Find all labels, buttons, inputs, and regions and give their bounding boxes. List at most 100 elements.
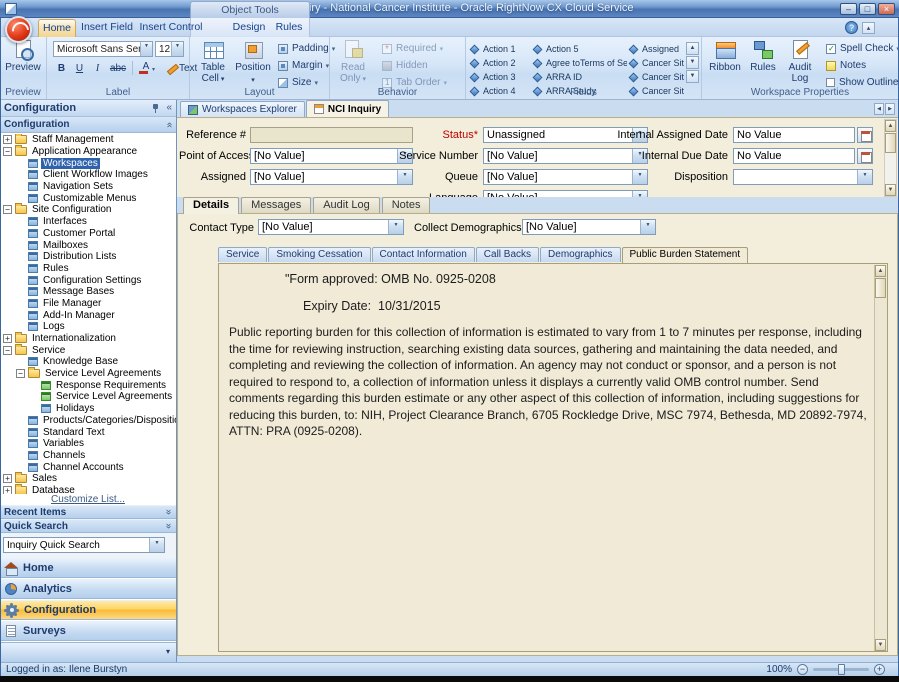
detail-tab-messages[interactable]: Messages xyxy=(241,197,311,213)
ribbon-tab-insert-field[interactable]: Insert Field xyxy=(78,19,136,37)
chevron-down-icon[interactable] xyxy=(632,191,647,197)
tree-item-database[interactable]: +Database xyxy=(0,485,176,494)
tree-expander-icon[interactable]: − xyxy=(3,205,12,214)
section-header-configuration[interactable]: Configuration xyxy=(0,117,176,133)
application-menu-button[interactable] xyxy=(5,16,32,43)
chevron-down-icon[interactable] xyxy=(857,170,872,184)
tree-item-response-requirements[interactable]: Response Requirements xyxy=(0,379,176,391)
content-scrollbar[interactable] xyxy=(874,265,887,651)
tree-item-interfaces[interactable]: Interfaces xyxy=(0,216,176,228)
zoom-slider-thumb[interactable] xyxy=(838,664,845,675)
tree-item-logs[interactable]: Logs xyxy=(0,321,176,333)
position-button[interactable]: Position xyxy=(234,39,272,89)
scroll-tabs-right-icon[interactable] xyxy=(885,103,895,115)
tree-item-holidays[interactable]: Holidays xyxy=(0,403,176,415)
tree-item-distribution-lists[interactable]: Distribution Lists xyxy=(0,251,176,263)
tree-item-knowledge-base[interactable]: Knowledge Base xyxy=(0,356,176,368)
spell-check-button[interactable]: Spell Check xyxy=(822,41,899,56)
font-size-combo[interactable]: 12 xyxy=(155,41,184,57)
field-item-arra-id[interactable]: ARRA ID xyxy=(532,70,627,84)
calendar-icon[interactable] xyxy=(857,127,873,143)
field-item-action-5[interactable]: Action 5 xyxy=(532,42,627,56)
zoom-in-button[interactable]: + xyxy=(874,664,885,675)
section-header-recent-items[interactable]: Recent Items xyxy=(0,505,176,519)
scroll-down-icon[interactable] xyxy=(875,639,886,651)
tree-item-sales[interactable]: +Sales xyxy=(0,473,176,485)
tree-item-configuration-settings[interactable]: Configuration Settings xyxy=(0,274,176,286)
nav-button-home[interactable]: Home xyxy=(0,558,176,578)
nav-button-analytics[interactable]: Analytics xyxy=(0,579,176,599)
form-field-language[interactable]: [No Value] xyxy=(483,190,648,197)
tree-item-standard-text[interactable]: Standard Text xyxy=(0,426,176,438)
required-button[interactable]: Required xyxy=(378,41,451,56)
tree-item-navigation-sets[interactable]: Navigation Sets xyxy=(0,181,176,193)
strikethrough-button[interactable]: abc xyxy=(107,60,129,76)
detail-tab-details[interactable]: Details xyxy=(183,197,239,214)
close-button[interactable] xyxy=(878,3,895,15)
nav-button-configuration[interactable]: Configuration xyxy=(0,600,176,620)
chevron-down-icon[interactable] xyxy=(388,220,403,234)
ribbon-tab-rules[interactable]: Rules xyxy=(272,19,306,37)
tree-item-internationalization[interactable]: +Internationalization xyxy=(0,333,176,345)
quick-search-combo[interactable]: Inquiry Quick Search xyxy=(3,537,165,553)
inner-tab-demographics[interactable]: Demographics xyxy=(540,247,620,262)
inner-tab-smoking-cessation[interactable]: Smoking Cessation xyxy=(268,247,370,262)
tree-expander-icon[interactable]: + xyxy=(3,135,12,144)
table-cell-button[interactable]: Table Cell xyxy=(194,39,232,89)
tree-expander-icon[interactable]: − xyxy=(16,369,25,378)
read-only-button[interactable]: Read Only xyxy=(334,39,372,89)
ribbon-properties-button[interactable]: Ribbon xyxy=(706,39,744,89)
customize-list-link[interactable]: Customize List... xyxy=(0,494,176,505)
hidden-button[interactable]: Hidden xyxy=(378,58,451,73)
font-color-button[interactable]: A xyxy=(136,60,156,76)
tree-item-application-appearance[interactable]: −Application Appearance xyxy=(0,146,176,158)
field-item-assigned[interactable]: Assigned xyxy=(628,42,684,56)
form-field-internal-due-date[interactable]: No Value xyxy=(733,148,855,164)
chevron-down-icon[interactable] xyxy=(140,42,152,56)
tree-expander-icon[interactable]: + xyxy=(3,486,12,494)
field-item-agree-toterms-of-service[interactable]: Agree toTerms of Service xyxy=(532,56,627,70)
doc-tab-workspaces-explorer[interactable]: Workspaces Explorer xyxy=(180,101,305,117)
tree-expander-icon[interactable]: − xyxy=(3,147,12,156)
tree-item-products-categories-dispositions[interactable]: Products/Categories/Dispositions xyxy=(0,415,176,427)
tree-item-service[interactable]: −Service xyxy=(0,344,176,356)
tree-item-file-manager[interactable]: File Manager xyxy=(0,298,176,310)
preview-button[interactable]: Preview xyxy=(4,39,42,89)
form-field-contact-type[interactable]: [No Value] xyxy=(258,219,404,235)
form-scrollbar[interactable] xyxy=(884,119,897,197)
nav-button-surveys[interactable]: Surveys xyxy=(0,621,176,641)
detail-tab-notes[interactable]: Notes xyxy=(382,197,431,213)
underline-button[interactable]: U xyxy=(71,60,88,76)
scroll-up-icon[interactable] xyxy=(686,42,699,55)
doc-tab-nci-inquiry[interactable]: NCI Inquiry xyxy=(306,100,389,117)
tree-item-variables[interactable]: Variables xyxy=(0,438,176,450)
collapse-ribbon-icon[interactable] xyxy=(862,22,875,34)
tree-item-mailboxes[interactable]: Mailboxes xyxy=(0,239,176,251)
inner-tab-service[interactable]: Service xyxy=(218,247,267,262)
tree-item-client-workflow-images[interactable]: Client Workflow Images xyxy=(0,169,176,181)
pushpin-icon[interactable] xyxy=(151,103,161,114)
help-icon[interactable] xyxy=(845,21,858,34)
section-header-quick-search[interactable]: Quick Search xyxy=(0,519,176,533)
field-item-action-2[interactable]: Action 2 xyxy=(469,56,531,70)
inner-tab-contact-information[interactable]: Contact Information xyxy=(372,247,475,262)
tree-item-message-bases[interactable]: Message Bases xyxy=(0,286,176,298)
calendar-icon[interactable] xyxy=(857,148,873,164)
tree-expander-icon[interactable]: + xyxy=(3,474,12,483)
chevron-down-icon[interactable] xyxy=(640,220,655,234)
scroll-up-icon[interactable] xyxy=(875,265,886,277)
collapse-pane-icon[interactable] xyxy=(166,103,172,113)
form-field-internal-assigned-date[interactable]: No Value xyxy=(733,127,855,143)
tree-item-customizable-menus[interactable]: Customizable Menus xyxy=(0,192,176,204)
inner-tab-call-backs[interactable]: Call Backs xyxy=(476,247,539,262)
tree-item-service-level-agreements[interactable]: −Service Level Agreements xyxy=(0,368,176,380)
nav-pane-options-bar[interactable] xyxy=(0,642,176,662)
bold-button[interactable]: B xyxy=(53,60,70,76)
tree-item-service-level-agreements[interactable]: Service Level Agreements xyxy=(0,391,176,403)
field-item-action-3[interactable]: Action 3 xyxy=(469,70,531,84)
scroll-tabs-left-icon[interactable] xyxy=(874,103,884,115)
audit-log-button[interactable]: Audit Log xyxy=(780,39,820,89)
notes-button[interactable]: Notes xyxy=(822,58,899,73)
tree-item-channel-accounts[interactable]: Channel Accounts xyxy=(0,461,176,473)
tree-item-staff-management[interactable]: +Staff Management xyxy=(0,134,176,146)
